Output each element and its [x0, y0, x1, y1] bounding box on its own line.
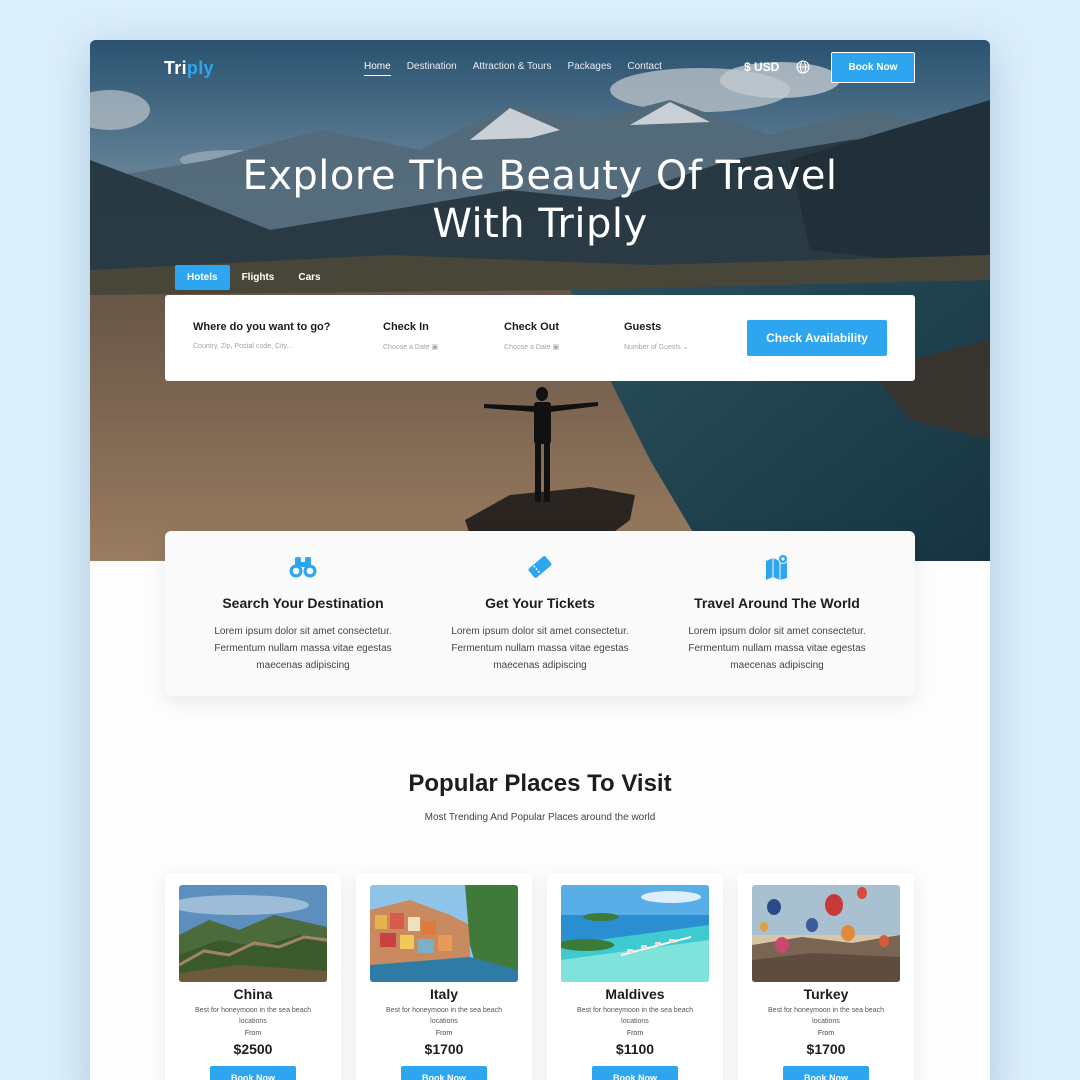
place-price: $1700 — [424, 1041, 464, 1057]
feature-text: Lorem ipsum dolor sit amet consectetur. … — [451, 626, 629, 671]
price-from-label: From — [626, 1030, 644, 1037]
tab-hotels[interactable]: Hotels — [175, 265, 230, 290]
book-now-button[interactable]: Book Now — [831, 52, 915, 83]
ticket-icon — [528, 556, 552, 578]
book-now-button[interactable]: Book Now — [210, 1066, 296, 1080]
place-name: Turkey — [803, 986, 849, 1002]
book-now-button[interactable]: Book Now — [592, 1066, 678, 1080]
feature-text: Lorem ipsum dolor sit amet consectetur. … — [688, 626, 866, 671]
place-description: Best for honeymoon in the sea beach loca… — [195, 1007, 311, 1025]
place-card-turkey[interactable]: Turkey Best for honeymoon in the sea bea… — [738, 873, 914, 1080]
guests-placeholder: Number of Guests — [624, 344, 681, 351]
check-out-label: Check Out — [504, 321, 560, 333]
destination-field[interactable]: Where do you want to go? Country, Zip, P… — [193, 321, 331, 350]
maldives-beach-image — [561, 885, 709, 982]
feature-title: Travel Around The World — [694, 595, 860, 611]
place-price: $2500 — [233, 1041, 273, 1057]
nav-link-attraction-tours[interactable]: Attraction & Tours — [473, 61, 552, 76]
currency-selector[interactable]: $ USD — [744, 60, 779, 74]
check-out-field[interactable]: Check Out Choose a Date ▣ — [504, 321, 559, 351]
tab-cars[interactable]: Cars — [286, 265, 332, 290]
place-description: Best for honeymoon in the sea beach loca… — [768, 1007, 884, 1025]
place-name: Maldives — [605, 986, 665, 1002]
place-card-italy[interactable]: Italy Best for honeymoon in the sea beac… — [356, 873, 532, 1080]
guests-input[interactable]: Number of Guests ⌄ — [624, 343, 689, 351]
destination-input[interactable]: Country, Zip, Postal code, City... — [193, 343, 331, 350]
calendar-icon: ▣ — [552, 344, 560, 351]
destination-label: Where do you want to go? — [193, 321, 331, 333]
section-title: Popular Places To Visit — [408, 770, 672, 797]
check-out-placeholder: Choose a Date — [504, 344, 551, 351]
feature-get-tickets: Get Your Tickets Lorem ipsum dolor sit a… — [420, 553, 660, 674]
price-from-label: From — [817, 1030, 835, 1037]
search-box: Where do you want to go? Country, Zip, P… — [165, 295, 915, 381]
guests-field[interactable]: Guests Number of Guests ⌄ — [624, 321, 689, 351]
chevron-down-icon: ⌄ — [682, 344, 689, 351]
features-panel: Search Your Destination Lorem ipsum dolo… — [165, 531, 915, 696]
check-out-input[interactable]: Choose a Date ▣ — [504, 343, 559, 351]
feature-text: Lorem ipsum dolor sit amet consectetur. … — [214, 626, 392, 671]
brand-logo[interactable]: Triply — [164, 58, 214, 79]
china-great-wall-image — [179, 885, 327, 982]
price-from-label: From — [435, 1030, 453, 1037]
place-image — [752, 885, 900, 982]
place-name: Italy — [429, 986, 458, 1002]
place-name: China — [233, 986, 273, 1002]
section-subtitle: Most Trending And Popular Places around … — [424, 812, 656, 823]
hero-section: Triply Home Destination Attraction & Tou… — [90, 40, 990, 561]
italy-coast-image — [370, 885, 518, 982]
map-pin-icon — [766, 554, 788, 580]
hero-title-line1: Explore The Beauty Of Travel — [242, 153, 838, 199]
calendar-icon: ▣ — [431, 344, 439, 351]
top-navbar: Triply Home Destination Attraction & Tou… — [90, 40, 990, 96]
place-description: Best for honeymoon in the sea beach loca… — [386, 1007, 502, 1025]
tab-flights[interactable]: Flights — [230, 265, 287, 290]
check-in-placeholder: Choose a Date — [383, 344, 430, 351]
logo-accent-text: ply — [186, 58, 214, 78]
feature-title: Search Your Destination — [222, 595, 384, 611]
book-now-button[interactable]: Book Now — [401, 1066, 487, 1080]
place-image — [179, 885, 327, 982]
binoculars-icon — [289, 557, 317, 578]
place-description: Best for honeymoon in the sea beach loca… — [577, 1007, 693, 1025]
place-image — [370, 885, 518, 982]
nav-links: Home Destination Attraction & Tours Pack… — [364, 61, 678, 76]
check-in-input[interactable]: Choose a Date ▣ — [383, 343, 438, 351]
book-now-button[interactable]: Book Now — [783, 1066, 869, 1080]
price-from-label: From — [244, 1030, 262, 1037]
hero-title-line2: With Triply — [432, 201, 648, 247]
page-frame: Triply Home Destination Attraction & Tou… — [90, 40, 990, 1080]
place-price: $1700 — [806, 1041, 846, 1057]
logo-text: Tri — [164, 58, 187, 78]
nav-link-destination[interactable]: Destination — [407, 61, 457, 76]
nav-link-contact[interactable]: Contact — [627, 61, 661, 76]
place-card-china[interactable]: China Best for honeymoon in the sea beac… — [165, 873, 341, 1080]
turkey-balloons-image — [752, 885, 900, 982]
check-availability-button[interactable]: Check Availability — [747, 320, 887, 356]
feature-search-destination: Search Your Destination Lorem ipsum dolo… — [183, 553, 423, 674]
place-price: $1100 — [615, 1041, 655, 1057]
hero-title: Explore The Beauty Of Travel With Triply — [90, 152, 990, 248]
check-in-field[interactable]: Check In Choose a Date ▣ — [383, 321, 438, 351]
globe-icon[interactable] — [796, 60, 810, 74]
check-in-label: Check In — [383, 321, 429, 333]
search-tabs: Hotels Flights Cars — [175, 265, 333, 290]
place-card-maldives[interactable]: Maldives Best for honeymoon in the sea b… — [547, 873, 723, 1080]
nav-link-packages[interactable]: Packages — [567, 61, 611, 76]
nav-link-home[interactable]: Home — [364, 61, 391, 76]
feature-title: Get Your Tickets — [485, 595, 595, 611]
feature-travel-world: Travel Around The World Lorem ipsum dolo… — [657, 553, 897, 674]
place-image — [561, 885, 709, 982]
guests-label: Guests — [624, 321, 662, 333]
